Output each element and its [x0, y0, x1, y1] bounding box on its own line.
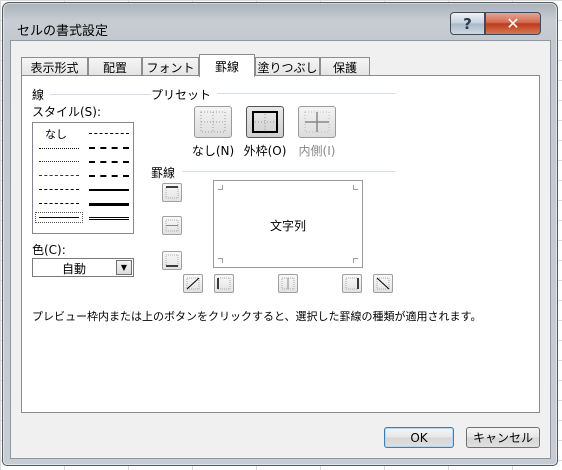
border-bottom-button[interactable] [162, 251, 182, 270]
tab-alignment[interactable]: 配置 [88, 57, 142, 76]
preset-inside-button[interactable] [298, 106, 336, 138]
line-style-medium-dashed[interactable] [89, 175, 129, 177]
line-style-hair[interactable] [39, 148, 79, 149]
border-middle-vertical-button[interactable] [278, 274, 298, 293]
line-style-dash-dot-dot[interactable] [39, 175, 79, 176]
color-dropdown-value: 自動 [61, 262, 86, 276]
preview-corner-mark [218, 258, 223, 263]
line-style-medium-dash-dot[interactable] [89, 161, 129, 163]
line-style-dashed[interactable] [39, 203, 79, 204]
border-middle-horizontal-button[interactable] [162, 216, 182, 235]
tab-border[interactable]: 罫線 [199, 54, 255, 77]
dropdown-arrow-icon[interactable]: ▼ [116, 260, 132, 275]
preset-inside-label: 内側(I) [298, 144, 336, 158]
preview-corner-mark [353, 185, 358, 190]
preset-inside-icon [304, 111, 330, 133]
border-right-icon [345, 277, 359, 290]
help-button[interactable]: ? [450, 12, 485, 35]
preset-outline-icon [252, 111, 278, 133]
tab-protection[interactable]: 保護 [320, 57, 370, 76]
border-top-icon [165, 186, 179, 199]
border-preview-area[interactable]: 文字列 [213, 180, 363, 268]
border-diagonal-up-button[interactable] [183, 274, 203, 293]
border-tab-panel: 線 スタイル(S): なし 色(C): 自動 ▼ プリセット なし(N) 外枠(… [21, 75, 540, 413]
hint-text: プレビュー枠内または上のボタンをクリックすると、選択した罫線の種類が適用されます… [32, 310, 482, 323]
help-icon: ? [463, 14, 472, 33]
border-bottom-icon [165, 254, 179, 267]
border-diagonal-up-icon [186, 277, 200, 290]
line-group-separator [50, 94, 152, 95]
color-label: 色(C): [32, 241, 70, 258]
presets-separator [217, 93, 395, 94]
line-style-dotted[interactable] [39, 161, 79, 162]
ok-button[interactable]: OK [384, 427, 454, 448]
style-label: スタイル(S): [32, 103, 106, 120]
tab-font[interactable]: フォント [142, 57, 199, 76]
format-cells-dialog: セルの書式設定 ? ✕ 表示形式 配置 フォント 罫線 塗りつぶし 保護 線 ス… [2, 2, 558, 466]
line-style-dash-dot[interactable] [39, 189, 79, 190]
preset-none-button[interactable] [194, 106, 232, 138]
border-top-button[interactable] [162, 183, 182, 202]
preset-outline-button[interactable] [246, 106, 284, 138]
line-style-medium[interactable] [89, 189, 129, 191]
tab-number[interactable]: 表示形式 [21, 57, 88, 76]
border-diagonal-down-button[interactable] [373, 274, 393, 293]
line-group-title: 線 [32, 86, 49, 103]
selected-line-style-highlight [35, 212, 83, 223]
tab-fill[interactable]: 塗りつぶし [255, 57, 320, 76]
preset-outline-label: 外枠(O) [243, 144, 287, 158]
preview-text: 文字列 [269, 219, 306, 233]
close-icon: ✕ [506, 14, 520, 33]
border-left-icon [217, 277, 231, 290]
preset-none-icon [200, 111, 226, 133]
border-left-button[interactable] [214, 274, 234, 293]
line-style-thick[interactable] [89, 203, 129, 206]
color-dropdown[interactable]: 自動 ▼ [32, 258, 134, 277]
line-style-medium-dash-dot-dot[interactable] [89, 133, 129, 134]
line-style-list[interactable]: なし [32, 122, 134, 234]
border-middle-horizontal-icon [165, 219, 179, 232]
dialog-client-area: 表示形式 配置 フォント 罫線 塗りつぶし 保護 線 スタイル(S): なし 色… [10, 40, 551, 459]
cancel-button[interactable]: キャンセル [466, 427, 540, 448]
close-button[interactable]: ✕ [485, 12, 541, 35]
border-middle-vertical-icon [281, 277, 295, 290]
dialog-title: セルの書式設定 [17, 24, 109, 39]
preview-corner-mark [353, 258, 358, 263]
border-title: 罫線 [151, 164, 180, 181]
line-style-none[interactable]: なし [45, 126, 67, 142]
border-right-button[interactable] [342, 274, 362, 293]
presets-title: プリセット [151, 86, 216, 103]
line-style-slanted-dash-dot[interactable] [89, 147, 129, 149]
border-separator [182, 171, 395, 172]
border-diagonal-down-icon [376, 277, 390, 290]
line-style-double[interactable] [89, 217, 129, 220]
preset-none-label: なし(N) [191, 144, 235, 158]
preview-corner-mark [218, 185, 223, 190]
